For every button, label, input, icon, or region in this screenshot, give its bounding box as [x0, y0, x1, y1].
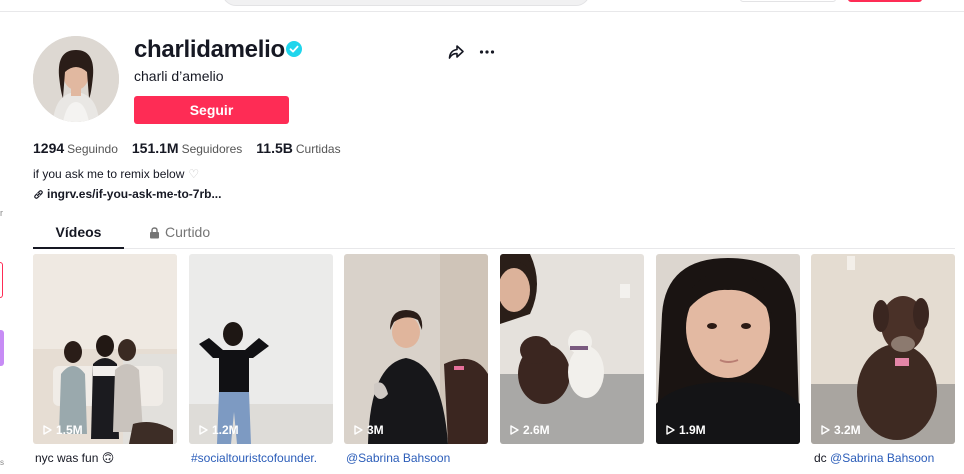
share-icon[interactable] [447, 43, 465, 61]
caption-mention[interactable]: @Sabrina Bahsoon [830, 451, 934, 465]
heart-icon: ♡ [188, 167, 200, 181]
stat-following[interactable]: 1294 Seguindo [33, 140, 118, 156]
profile-nickname: charli d’amelio [134, 68, 224, 84]
view-count: 1.5M [43, 423, 83, 437]
play-icon [510, 425, 519, 435]
video-thumbnail [811, 254, 955, 444]
stat-value: 11.5B [256, 140, 293, 156]
sidebar-fragment: s [0, 458, 4, 467]
video-thumbnail [656, 254, 800, 444]
stat-label: Seguindo [67, 142, 118, 156]
stat-value: 151.1M [131, 140, 179, 156]
view-count: 1.9M [666, 423, 706, 437]
caption-text: dc [814, 451, 831, 465]
sidebar-edge: r s [0, 12, 6, 474]
sidebar-button-outline[interactable] [0, 262, 3, 298]
play-icon [199, 425, 208, 435]
play-icon [43, 425, 52, 435]
verified-badge-icon [286, 41, 302, 57]
avatar[interactable] [33, 36, 119, 122]
bio-link[interactable]: ingrv.es/if-you-ask-me-to-7rb... [33, 187, 221, 201]
view-count-value: 3M [367, 423, 384, 437]
play-icon [354, 425, 363, 435]
video-thumbnail [189, 254, 333, 444]
view-count-value: 1.2M [212, 423, 239, 437]
sidebar-fragment: r [0, 208, 3, 218]
view-count-value: 3.2M [834, 423, 861, 437]
bio-link-text: ingrv.es/if-you-ask-me-to-7rb... [47, 187, 222, 201]
lock-icon [150, 227, 159, 239]
stat-followers[interactable]: 151.1M Seguidores [132, 140, 242, 156]
video-caption[interactable]: nyc was fun 🙃 [35, 451, 185, 465]
caption-hashtag[interactable]: #socialtouristcofounder. [191, 451, 317, 465]
view-count: 3.2M [821, 423, 861, 437]
video-card[interactable]: 3.2M [811, 254, 955, 444]
view-count-value: 1.5M [56, 423, 83, 437]
view-count-value: 1.9M [679, 423, 706, 437]
view-count: 1.2M [199, 423, 239, 437]
tab-videos-label: Vídeos [55, 224, 102, 240]
sidebar-button-purple[interactable] [0, 330, 4, 366]
video-caption[interactable]: @Sabrina Bahsoon [346, 451, 496, 465]
tab-liked-label: Curtido [165, 224, 211, 240]
video-card[interactable]: 3M [344, 254, 488, 444]
play-icon [666, 425, 675, 435]
stat-label: Curtidas [295, 142, 341, 156]
video-caption[interactable]: #socialtouristcofounder. [191, 451, 341, 465]
view-count: 2.6M [510, 423, 550, 437]
more-icon[interactable] [478, 43, 496, 61]
caption-text: nyc was fun 🙃 [35, 451, 115, 465]
top-navigation-bar [0, 0, 964, 12]
profile-bio: if you ask me to remix below ♡ [33, 167, 199, 181]
tab-videos[interactable]: Vídeos [33, 218, 124, 249]
stat-value: 1294 [33, 140, 65, 156]
stat-label: Seguidores [181, 142, 243, 156]
view-count: 3M [354, 423, 384, 437]
upload-button[interactable] [740, 0, 836, 2]
view-count-value: 2.6M [523, 423, 550, 437]
login-button[interactable] [848, 0, 922, 2]
tab-liked[interactable]: Curtido [149, 218, 249, 248]
active-tab-indicator [33, 247, 124, 249]
link-icon [34, 189, 43, 199]
video-thumbnail [33, 254, 177, 444]
video-card[interactable]: 1.9M [656, 254, 800, 444]
video-card[interactable]: 1.2M [189, 254, 333, 444]
play-icon [821, 425, 830, 435]
video-thumbnail [344, 254, 488, 444]
stat-likes: 11.5B Curtidas [256, 140, 340, 156]
video-card[interactable]: 2.6M [500, 254, 644, 444]
bio-text: if you ask me to remix below [33, 167, 185, 181]
follow-button[interactable]: Seguir [134, 96, 289, 124]
video-caption[interactable]: dc @Sabrina Bahsoon [814, 451, 964, 465]
profile-username: charlidamelio [134, 36, 285, 63]
video-thumbnail [500, 254, 644, 444]
video-card[interactable]: 1.5M [33, 254, 177, 444]
profile-tabs: Vídeos Curtido [33, 218, 955, 249]
search-input[interactable] [222, 0, 590, 6]
profile-stats: 1294 Seguindo 151.1M Seguidores 11.5B Curti… [33, 140, 341, 156]
caption-mention[interactable]: @Sabrina Bahsoon [346, 451, 450, 465]
